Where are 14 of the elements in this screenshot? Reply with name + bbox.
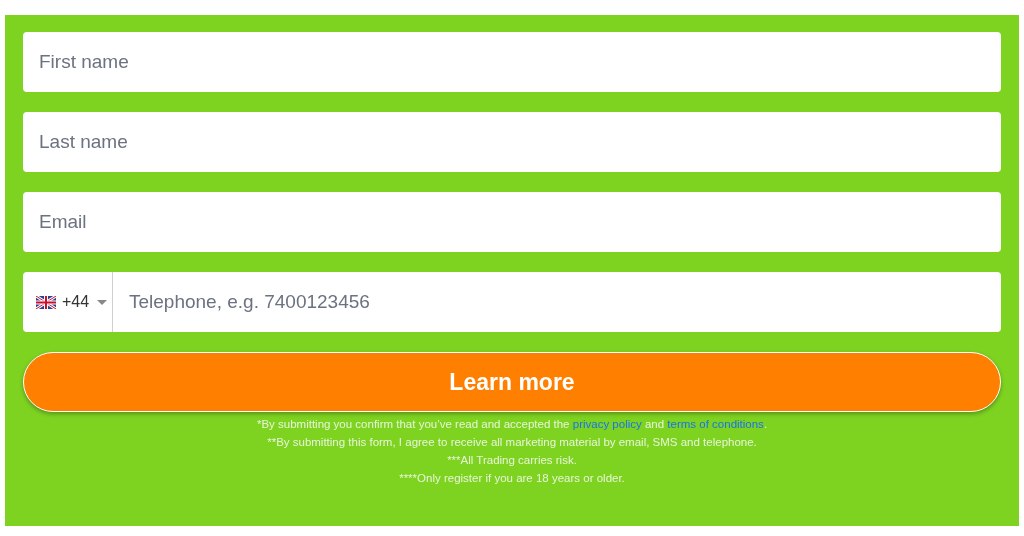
- disclaimer-text: ***All Trading carries risk.: [447, 453, 577, 468]
- disclaimer-text: ****Only register if you are 18 years or older.: [399, 471, 625, 486]
- privacy-policy-link[interactable]: privacy policy: [572, 418, 642, 430]
- learn-more-button[interactable]: Learn more: [23, 352, 1001, 412]
- caret-icon: [97, 299, 108, 305]
- country-code-dropdown[interactable]: +44: [23, 272, 113, 332]
- text-field[interactable]: First name: [23, 32, 1001, 92]
- consent-text: *By submitting you confirm that you’ve read and accepted the privacy policy and terms of conditions.: [256, 417, 768, 432]
- flag-icon: [36, 295, 56, 309]
- disclaimer-text: **By submitting this form, I agree to receive all marketing material by email, SMS and telephone.: [267, 435, 757, 450]
- text-field[interactable]: Last name: [23, 112, 1001, 172]
- text-field[interactable]: Email: [23, 192, 1001, 252]
- terms-link[interactable]: terms of conditions: [667, 418, 764, 430]
- telephone-field[interactable]: Telephone, e.g. 7400123456: [113, 272, 1001, 332]
